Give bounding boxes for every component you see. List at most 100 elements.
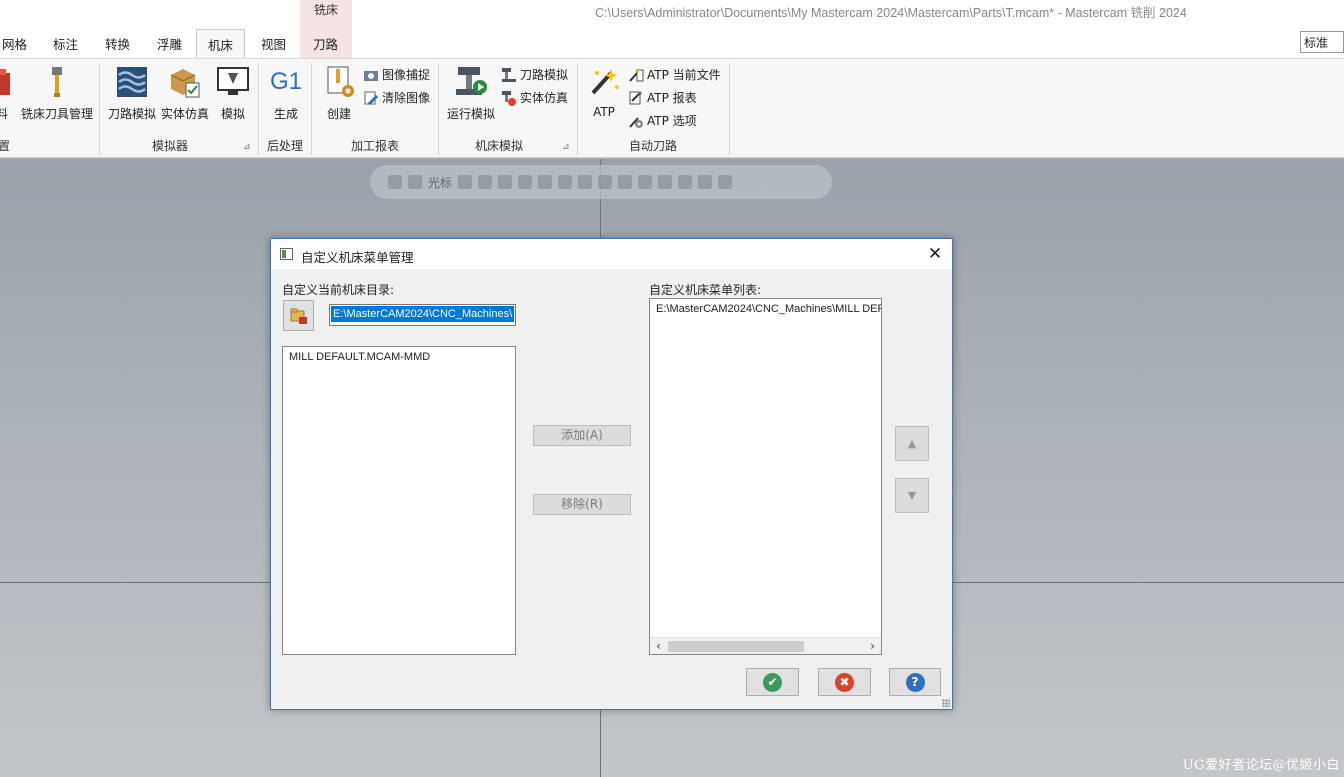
list-item[interactable]: E:\MasterCAM2024\CNC_Machines\MILL DEFAU… — [650, 299, 881, 319]
check-select-icon[interactable] — [678, 175, 693, 189]
solid-sim-button[interactable]: 实体仿真 — [159, 65, 211, 122]
window-select-icon[interactable] — [618, 175, 633, 189]
group-label-machine-sim: 机床模拟 — [474, 139, 523, 153]
title-bar: 铣床 C:\Users\Administrator\Documents\My M… — [0, 0, 1344, 59]
material-label: 料 — [0, 107, 8, 121]
move-down-button[interactable]: ▼ — [895, 478, 929, 513]
browse-folder-button[interactable] — [283, 300, 314, 331]
atp-current-file-button[interactable]: ATP 当前文件 — [628, 66, 721, 83]
move-up-button[interactable]: ▲ — [895, 426, 929, 461]
snap-icon[interactable] — [478, 175, 493, 189]
atp-current-file-label: ATP 当前文件 — [647, 68, 721, 82]
group-divider — [729, 63, 730, 155]
machine-dir-input[interactable]: E:\MasterCAM2024\CNC_Machines\ — [329, 304, 516, 326]
atp-options-button[interactable]: ATP 选项 — [628, 112, 697, 129]
scroll-left-icon[interactable]: ‹ — [650, 638, 667, 654]
xyz-icon[interactable] — [458, 175, 473, 189]
magic-wand-icon — [591, 69, 619, 95]
tab-mesh[interactable]: 网格 — [2, 34, 27, 53]
clear-image-button[interactable]: 清除图像 — [363, 89, 430, 106]
generate-label: 生成 — [273, 107, 298, 121]
group-label-atp: 自动刀路 — [628, 139, 677, 153]
atp-options-label: ATP 选项 — [647, 114, 697, 128]
refresh-icon[interactable] — [698, 175, 713, 189]
solid-select-icon[interactable] — [518, 175, 533, 189]
ribbon: 料 铣床刀具管理 置 刀路模拟 实体仿真 模拟 模拟器 ⊿ G1 生成 后处理 … — [0, 58, 1344, 158]
dialog-launcher-icon[interactable]: ⊿ — [562, 142, 570, 152]
select-arrow-icon[interactable] — [498, 175, 513, 189]
current-dir-label: 自定义当前机床目录: — [282, 283, 395, 297]
eraser-icon — [364, 91, 379, 105]
atp-report-label: ATP 报表 — [647, 91, 697, 105]
solid-sim-small-button[interactable]: 实体仿真 — [501, 89, 568, 106]
undo-select-icon[interactable] — [718, 175, 733, 189]
toolpath-machine-icon — [502, 67, 516, 82]
tab-view[interactable]: 视图 — [261, 34, 286, 53]
tab-relief[interactable]: 浮雕 — [157, 34, 182, 53]
pie-select-icon[interactable] — [598, 175, 613, 189]
tab-machine[interactable]: 机床 — [196, 29, 246, 59]
list-item[interactable]: MILL DEFAULT.MCAM-MMD — [283, 347, 515, 367]
arrow-up-icon: ▲ — [907, 437, 917, 450]
checkmark-icon: ✔ — [763, 672, 782, 692]
group-label-report: 加工报表 — [350, 139, 399, 153]
run-sim-button[interactable]: 运行模拟 — [445, 65, 497, 122]
edge-select-icon[interactable] — [558, 175, 573, 189]
material-button[interactable]: 料 — [0, 65, 12, 122]
style-select[interactable]: 标准 — [1300, 31, 1344, 53]
simulate-button[interactable]: 模拟 — [212, 65, 254, 122]
cancel-button[interactable]: ✖ — [818, 668, 871, 696]
folder-browse-icon — [290, 308, 307, 324]
verify-select-icon[interactable] — [658, 175, 673, 189]
resize-grip[interactable] — [942, 699, 950, 707]
cursor-select-icon[interactable] — [408, 175, 422, 189]
solid-machine-icon — [502, 90, 516, 106]
context-tab-group-label: 铣床 — [300, 0, 352, 22]
tab-annotate[interactable]: 标注 — [53, 34, 78, 53]
ok-button[interactable]: ✔ — [746, 668, 799, 696]
simulate-label: 模拟 — [220, 107, 245, 121]
dialog-title: 自定义机床菜单管理 — [301, 250, 414, 265]
atp-label: ATP — [593, 105, 615, 119]
atp-button[interactable]: ATP — [584, 65, 624, 119]
dialog-launcher-icon[interactable]: ⊿ — [243, 142, 251, 152]
machine-dir-value: E:\MasterCAM2024\CNC_Machines\ — [331, 306, 515, 322]
horizontal-scrollbar[interactable]: ‹ › — [650, 637, 881, 654]
machine-menu-list[interactable]: E:\MasterCAM2024\CNC_Machines\MILL DEFAU… — [649, 298, 882, 655]
remove-button[interactable]: 移除(R) — [533, 494, 631, 515]
scroll-right-icon[interactable]: › — [864, 638, 881, 654]
run-machine-icon — [456, 67, 487, 95]
atp-report-button[interactable]: ATP 报表 — [628, 89, 697, 106]
report-create-icon — [327, 66, 354, 97]
tab-transform[interactable]: 转换 — [105, 34, 130, 53]
toolpath-sim-button[interactable]: 刀路模拟 — [106, 65, 158, 122]
camera-icon — [364, 70, 378, 81]
body-select-icon[interactable] — [578, 175, 593, 189]
add-button[interactable]: 添加(A) — [533, 425, 631, 446]
scrollbar-thumb[interactable] — [668, 641, 804, 652]
capture-image-label: 图像捕捉 — [382, 68, 431, 82]
capture-image-button[interactable]: 图像捕捉 — [363, 66, 430, 83]
create-report-button[interactable]: 创建 — [318, 65, 360, 122]
dialog-titlebar[interactable]: 自定义机床菜单管理 ✕ — [271, 239, 952, 269]
tab-toolpaths[interactable]: 刀路 — [313, 34, 338, 53]
atp-file-icon — [629, 68, 644, 82]
box-select-icon[interactable] — [638, 175, 653, 189]
create-label: 创建 — [326, 107, 351, 121]
g1-icon: G1 — [269, 68, 302, 95]
face-select-icon[interactable] — [538, 175, 553, 189]
lock-icon[interactable] — [388, 175, 402, 189]
help-button[interactable]: ? — [889, 668, 941, 696]
cancel-x-icon: ✖ — [835, 672, 854, 692]
group-label-machine: 置 — [0, 139, 11, 153]
generate-button[interactable]: G1 生成 — [263, 65, 309, 122]
window-title: C:\Users\Administrator\Documents\My Mast… — [595, 6, 1187, 20]
toolpath-wave-icon — [117, 67, 147, 97]
close-icon[interactable]: ✕ — [925, 244, 945, 264]
toolpath-sim-small-button[interactable]: 刀路模拟 — [501, 66, 568, 83]
tool-manager-button[interactable]: 铣床刀具管理 — [20, 65, 94, 122]
atp-options-icon — [629, 116, 643, 128]
cursor-mode-label[interactable]: 光标 — [428, 174, 452, 191]
solid-sim-small-label: 实体仿真 — [520, 91, 569, 105]
machine-file-list[interactable]: MILL DEFAULT.MCAM-MMD — [282, 346, 516, 655]
